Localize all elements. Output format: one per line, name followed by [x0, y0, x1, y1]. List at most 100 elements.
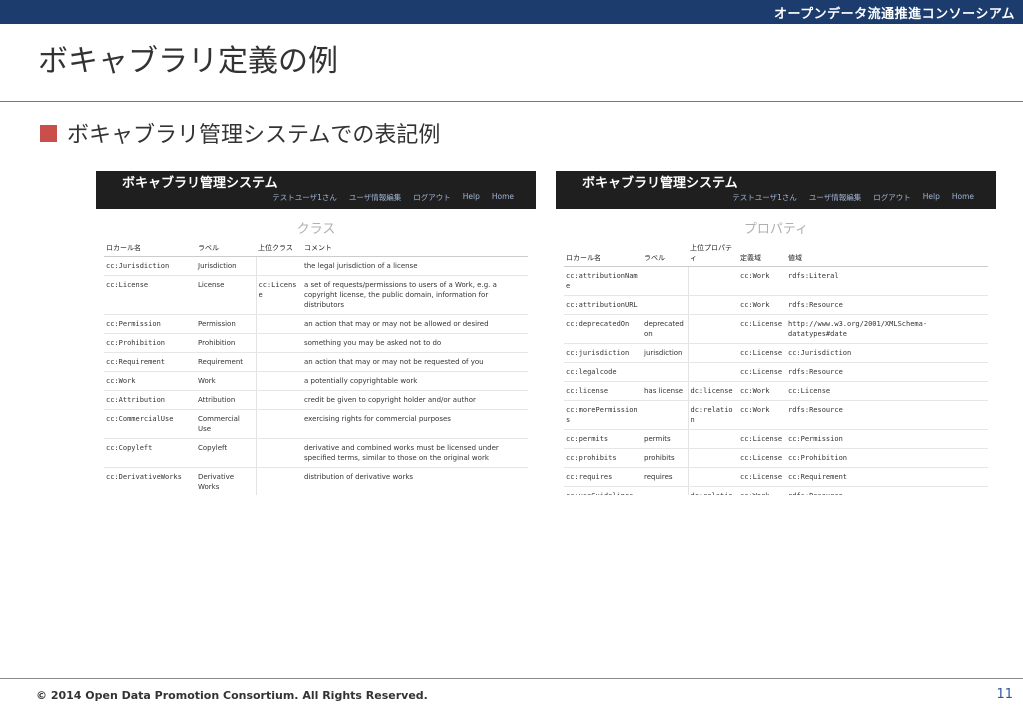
table-cell: cc:License: [738, 448, 786, 468]
table-cell: requires: [642, 467, 688, 487]
nav-help[interactable]: Help: [923, 192, 940, 203]
table-cell: Commercial Use: [196, 409, 256, 439]
table-cell: permits: [642, 429, 688, 449]
table-cell: http://www.w3.org/2001/XMLSchema-datatyp…: [786, 314, 988, 344]
table-cell: cc:License: [255, 275, 302, 315]
table-cell: dc:relation: [687, 486, 738, 495]
table-cell: a set of requests/permissions to users o…: [302, 275, 528, 315]
table-row: cc:DerivativeWorks Derivative Works distri…: [104, 467, 528, 495]
column-header: 上位プロパティ: [688, 240, 738, 267]
local-name-link[interactable]: cc:Prohibition: [104, 333, 196, 353]
local-name-link[interactable]: cc:prohibits: [564, 448, 642, 468]
local-name-link[interactable]: cc:license: [564, 381, 642, 401]
nav-logout[interactable]: ログアウト: [873, 192, 911, 203]
local-name-link[interactable]: cc:attributionURL: [564, 295, 642, 315]
class-screenshot: ボキャブラリ管理システム テストユーザ1さん ユーザ情報編集 ログアウト Hel…: [96, 171, 536, 495]
column-header: ラベル: [642, 240, 688, 267]
table-cell: cc:License: [738, 343, 786, 363]
nav-logout[interactable]: ログアウト: [413, 192, 451, 203]
table-row: cc:Copyleft Copyleft derivative and combin…: [104, 438, 528, 468]
property-table-header: ロカール名 ラベル 上位プロパティ 定義域 値域: [564, 240, 988, 267]
table-cell: Attribution: [196, 390, 256, 410]
local-name-link[interactable]: cc:Attribution: [104, 390, 196, 410]
nav-user[interactable]: テストユーザ1さん: [272, 192, 337, 203]
page-number: 11: [996, 687, 1013, 702]
table-cell: [255, 314, 302, 334]
table-cell: Permission: [196, 314, 256, 334]
local-name-link[interactable]: cc:useGuidelines: [564, 486, 642, 495]
copyright-text: © 2014 Open Data Promotion Consortium. A…: [36, 689, 428, 702]
table-row: cc:Jurisdiction Jurisdiction the legal jur…: [104, 256, 528, 276]
table-cell: an action that may or may not be allowed…: [302, 314, 528, 334]
table-cell: cc:Permission: [786, 429, 988, 449]
nav-help[interactable]: Help: [463, 192, 480, 203]
table-cell: derivative and combined works must be li…: [302, 438, 528, 468]
local-name-link[interactable]: cc:Work: [104, 371, 196, 391]
table-cell: Jurisdiction: [196, 256, 256, 276]
local-name-link[interactable]: cc:DerivativeWorks: [104, 467, 196, 495]
table-cell: [255, 467, 302, 495]
table-cell: prohibits: [642, 448, 688, 468]
column-header: ラベル: [196, 240, 256, 257]
table-cell: cc:License: [738, 429, 786, 449]
local-name-link[interactable]: cc:permits: [564, 429, 642, 449]
class-panel-heading: クラス: [296, 222, 336, 237]
column-header: 定義域: [738, 240, 786, 267]
table-cell: [255, 256, 302, 276]
table-row: cc:permits permits cc:License cc:Permission: [564, 429, 988, 449]
bullet-item: ボキャブラリ管理システムでの表記例: [40, 117, 440, 149]
nav-edit-profile[interactable]: ユーザ情報編集: [809, 192, 861, 203]
title-divider: [0, 101, 1023, 102]
table-cell: [642, 295, 688, 315]
table-row: cc:deprecatedOn deprecated on cc:License ht…: [564, 314, 988, 344]
table-cell: a potentially copyrightable work: [302, 371, 528, 391]
local-name-link[interactable]: cc:jurisdiction: [564, 343, 642, 363]
local-name-link[interactable]: cc:Copyleft: [104, 438, 196, 468]
nav-user[interactable]: テストユーザ1さん: [732, 192, 797, 203]
header-bar: オープンデータ流通推進コンソーシアム: [0, 0, 1023, 24]
table-cell: [687, 429, 738, 449]
bullet-text: ボキャブラリ管理システムでの表記例: [67, 123, 441, 148]
local-name-link[interactable]: cc:deprecatedOn: [564, 314, 642, 344]
table-cell: distribution of derivative works: [302, 467, 528, 495]
table-cell: cc:Requirement: [786, 467, 988, 487]
table-cell: [255, 438, 302, 468]
local-name-link[interactable]: cc:Permission: [104, 314, 196, 334]
table-row: cc:CommercialUse Commercial Use exercising…: [104, 409, 528, 439]
local-name-link[interactable]: cc:License: [104, 275, 196, 315]
local-name-link[interactable]: cc:morePermissions: [564, 400, 642, 430]
organization-name: オープンデータ流通推進コンソーシアム: [773, 7, 1015, 22]
local-name-link[interactable]: cc:attributionName: [564, 266, 642, 296]
local-name-link[interactable]: cc:requires: [564, 467, 642, 487]
table-cell: jurisdiction: [642, 343, 688, 363]
table-cell: [687, 467, 738, 487]
table-cell: [642, 362, 688, 382]
nav-home[interactable]: Home: [492, 192, 514, 203]
local-name-link[interactable]: cc:CommercialUse: [104, 409, 196, 439]
bullet-square-icon: [40, 124, 57, 142]
table-cell: cc:Work: [738, 400, 786, 430]
table-cell: an action that may or may not be request…: [302, 352, 528, 372]
table-row: cc:Requirement Requirement an action that …: [104, 352, 528, 372]
table-cell: [687, 295, 738, 315]
local-name-link[interactable]: cc:Jurisdiction: [104, 256, 196, 276]
column-header: 上位クラス: [256, 240, 302, 257]
table-cell: License: [196, 275, 256, 315]
table-row: cc:prohibits prohibits cc:License cc:Prohib…: [564, 448, 988, 468]
table-row: cc:requires requires cc:License cc:Requirem…: [564, 467, 988, 487]
property-screenshot: ボキャブラリ管理システム テストユーザ1さん ユーザ情報編集 ログアウト Hel…: [556, 171, 996, 495]
local-name-link[interactable]: cc:Requirement: [104, 352, 196, 372]
table-cell: rdfs:Literal: [786, 266, 988, 296]
table-row: cc:license has license dc:license cc:Work cc…: [564, 381, 988, 401]
table-row: cc:License License cc:License a set of requ…: [104, 275, 528, 315]
table-cell: rdfs:Resource: [786, 295, 988, 315]
nav-edit-profile[interactable]: ユーザ情報編集: [349, 192, 401, 203]
app-title: ボキャブラリ管理システム: [582, 176, 738, 191]
nav-home[interactable]: Home: [952, 192, 974, 203]
table-cell: cc:Work: [738, 486, 786, 495]
app-nav: テストユーザ1さん ユーザ情報編集 ログアウト Help Home: [732, 192, 974, 203]
table-cell: cc:Jurisdiction: [786, 343, 988, 363]
table-row: cc:Work Work a potentially copyrightable w…: [104, 371, 528, 391]
local-name-link[interactable]: cc:legalcode: [564, 362, 642, 382]
table-cell: rdfs:Resource: [786, 362, 988, 382]
